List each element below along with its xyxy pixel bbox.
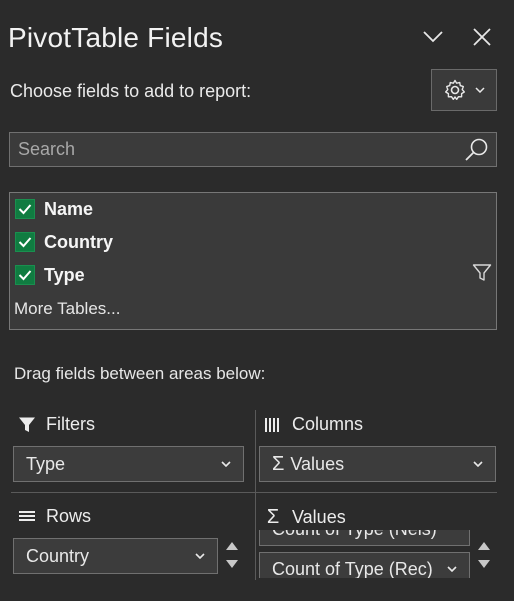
filter-funnel-icon <box>19 417 35 432</box>
filters-area-title: Filters <box>46 414 95 434</box>
columns-area-title: Columns <box>292 414 364 434</box>
area-divider-vertical <box>255 410 256 580</box>
field-list: Name Country Type More Tables... <box>9 192 497 330</box>
search-icon <box>465 138 488 161</box>
field-item-type[interactable]: Type <box>15 262 85 288</box>
filters-item-label: Type <box>26 453 66 474</box>
gear-icon <box>445 79 465 100</box>
choose-fields-label: Choose fields to add to report: <box>10 81 252 101</box>
area-divider-horizontal <box>11 492 497 493</box>
columns-item-content: Σ Values <box>272 453 344 476</box>
panel-title: PivotTable Fields <box>8 22 224 53</box>
drag-fields-label: Drag fields between areas below: <box>14 364 266 383</box>
tools-settings-button[interactable] <box>431 69 497 111</box>
values-item-label: Count of Type (Rec) <box>272 558 433 579</box>
field-label: Country <box>44 231 113 252</box>
field-label: Name <box>44 198 94 219</box>
values-area-header: Σ Values <box>264 506 346 529</box>
values-item-label: Count of Type (Nels) <box>272 530 437 540</box>
task-pane-options-button[interactable] <box>418 22 448 52</box>
values-list: Count of Type (Nels) Count of Type (Rec) <box>259 530 470 578</box>
field-label: Type <box>44 264 85 285</box>
chevron-down-icon <box>475 87 485 93</box>
field-checkbox[interactable] <box>15 265 35 285</box>
values-area-title: Values <box>292 507 346 527</box>
scroll-up-icon <box>478 542 490 550</box>
chevron-down-icon <box>221 461 231 467</box>
columns-area-header: Columns <box>264 414 363 435</box>
field-item-country[interactable]: Country <box>15 229 113 255</box>
rows-item-label: Country <box>26 545 90 566</box>
rows-area-header: Rows <box>18 506 91 527</box>
close-pane-button[interactable] <box>467 22 497 52</box>
rows-item-country[interactable]: Country <box>13 538 218 574</box>
scroll-down-button[interactable] <box>225 558 239 570</box>
search-box <box>9 132 497 167</box>
columns-item-values[interactable]: Σ Values <box>259 446 496 482</box>
rows-area-title: Rows <box>46 506 92 526</box>
columns-item-label: Values <box>290 453 345 474</box>
scroll-up-button[interactable] <box>477 540 491 552</box>
chevron-down-icon <box>473 461 483 467</box>
values-item-count-type-nels[interactable]: Count of Type (Nels) <box>259 530 470 546</box>
checkmark-icon <box>18 204 32 215</box>
filters-area-header: Filters <box>18 414 95 435</box>
chevron-down-icon <box>195 553 205 559</box>
values-scrollbar[interactable] <box>475 540 493 570</box>
filter-funnel-icon <box>472 264 492 281</box>
rows-icon <box>19 510 35 521</box>
search-button[interactable] <box>464 137 490 168</box>
scroll-down-icon <box>478 560 490 568</box>
close-icon <box>473 28 491 46</box>
chevron-down-icon <box>447 566 457 572</box>
field-checkbox[interactable] <box>15 232 35 252</box>
checkmark-icon <box>18 270 32 281</box>
sigma-icon: Σ <box>272 452 285 475</box>
checkmark-icon <box>18 237 32 248</box>
field-item-name[interactable]: Name <box>15 196 93 222</box>
field-filter-button[interactable] <box>472 263 492 288</box>
columns-icon <box>265 417 279 432</box>
chevron-down-icon <box>423 31 443 43</box>
field-checkbox[interactable] <box>15 199 35 219</box>
rows-scrollbar[interactable] <box>223 540 241 570</box>
scroll-up-icon <box>226 542 238 550</box>
scroll-down-icon <box>226 560 238 568</box>
search-input[interactable] <box>10 133 460 166</box>
more-tables-link[interactable]: More Tables... <box>14 299 120 319</box>
sigma-icon: Σ <box>266 506 280 528</box>
scroll-down-button[interactable] <box>477 558 491 570</box>
filters-item-type[interactable]: Type <box>13 446 244 482</box>
scroll-up-button[interactable] <box>225 540 239 552</box>
values-item-count-type-rec[interactable]: Count of Type (Rec) <box>259 552 470 578</box>
